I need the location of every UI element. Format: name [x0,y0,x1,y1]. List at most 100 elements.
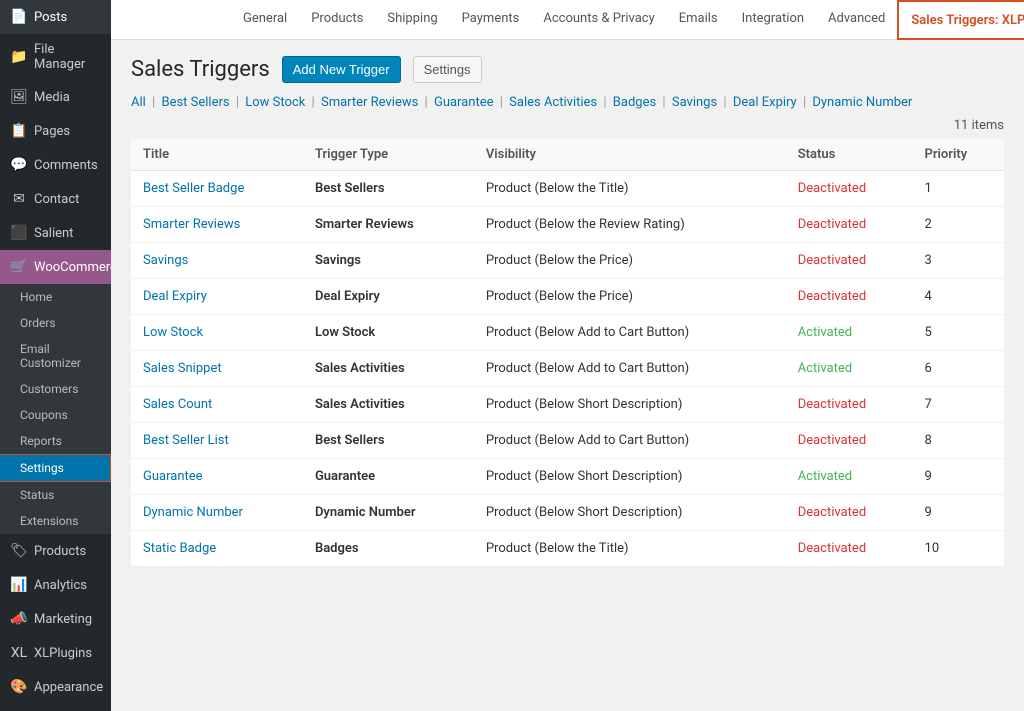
page-header: Sales Triggers Add New Trigger Settings [131,56,1004,83]
table-row: Best Seller ListBest SellersProduct (Bel… [131,423,1004,459]
sidebar-item-woo-status[interactable]: Status [0,482,111,508]
visibility-cell: Product (Below the Title) [474,171,786,207]
woocommerce-submenu: Home Orders Email Customizer Customers Coupo… [0,284,111,534]
trigger-type-cell: Best Sellers [303,171,474,207]
visibility-cell: Product (Below Short Description) [474,387,786,423]
sidebar: 📄Posts📁File Manager🖼Media📋Pages💬Comments… [0,0,111,711]
visibility-cell: Product (Below Short Description) [474,495,786,531]
filter-smarter-reviews[interactable]: Smarter Reviews [321,95,418,110]
add-new-trigger-button[interactable]: Add New Trigger [282,56,401,83]
priority-cell: 1 [913,171,1004,207]
trigger-title-link[interactable]: Low Stock [143,325,203,340]
trigger-type-cell: Sales Activities [303,351,474,387]
status-badge: Deactivated [798,217,866,232]
comments-icon: 💬 [10,156,28,174]
sidebar-item-analytics[interactable]: 📊Analytics [0,568,111,602]
trigger-title-link[interactable]: Best Seller List [143,433,229,448]
tab-accounts-privacy[interactable]: Accounts & Privacy [531,0,666,39]
col-trigger-type: Trigger Type [303,139,474,171]
sidebar-item-woo-coupons[interactable]: Coupons [0,402,111,428]
tab-products[interactable]: Products [299,0,375,39]
trigger-title-link[interactable]: Static Badge [143,541,216,556]
sidebar-item-xlplugins[interactable]: XLXLPlugins [0,636,111,670]
xlplugins-icon: XL [10,644,28,662]
col-status: Status [786,139,913,171]
trigger-title-link[interactable]: Sales Count [143,397,212,412]
sidebar-item-label: Products [34,544,86,559]
tab-integration[interactable]: Integration [730,0,816,39]
sidebar-item-woo-settings[interactable]: Settings [0,454,111,482]
appearance-icon: 🎨 [10,678,28,696]
table-row: Static BadgeBadgesProduct (Below the Tit… [131,531,1004,567]
sidebar-item-woo-email-customizer[interactable]: Email Customizer [0,336,111,376]
status-cell: Deactivated [786,495,913,531]
sidebar-item-contact[interactable]: ✉Contact [0,182,111,216]
sidebar-item-label: Appearance [34,680,103,695]
file-manager-icon: 📁 [10,48,28,66]
status-cell: Activated [786,315,913,351]
sidebar-item-salient[interactable]: ⬛Salient [0,216,111,250]
trigger-title-link[interactable]: Dynamic Number [143,505,243,520]
filter-savings[interactable]: Savings [672,95,717,110]
contact-icon: ✉ [10,190,28,208]
sidebar-item-media[interactable]: 🖼Media [0,80,111,114]
posts-icon: 📄 [10,8,28,26]
sidebar-item-marketing[interactable]: 📣 Marketing [0,602,111,636]
status-badge: Deactivated [798,433,866,448]
triggers-table: TitleTrigger TypeVisibilityStatusPriorit… [131,139,1004,567]
sidebar-item-woo-extensions[interactable]: Extensions [0,508,111,534]
filter-sales-activities[interactable]: Sales Activities [509,95,597,110]
sidebar-item-label: Pages [34,124,70,139]
tab-advanced[interactable]: Advanced [816,0,897,39]
filter-guarantee[interactable]: Guarantee [434,95,494,110]
status-cell: Deactivated [786,207,913,243]
marketing-icon: 📣 [10,610,28,628]
sidebar-item-label: Settings [20,461,64,475]
item-count: 11 items [131,118,1004,133]
sidebar-item-woo-home[interactable]: Home [0,284,111,310]
trigger-title-link[interactable]: Deal Expiry [143,289,207,304]
filter-badges[interactable]: Badges [613,95,656,110]
sidebar-item-posts[interactable]: 📄Posts [0,0,111,34]
filter-dynamic-number[interactable]: Dynamic Number [812,95,912,110]
main-area: GeneralProductsShippingPaymentsAccounts … [111,0,1024,711]
trigger-title-link[interactable]: Smarter Reviews [143,217,240,232]
trigger-title-link[interactable]: Best Seller Badge [143,181,244,196]
settings-button[interactable]: Settings [413,56,482,83]
trigger-title-link[interactable]: Savings [143,253,188,268]
tab-sales-triggers[interactable]: Sales Triggers: XLPlugins [897,0,1024,40]
sidebar-item-label: Email Customizer [20,342,101,370]
trigger-title-link[interactable]: Sales Snippet [143,361,222,376]
col-priority: Priority [913,139,1004,171]
sidebar-item-appearance[interactable]: 🎨 Appearance [0,670,111,704]
sidebar-item-label: Coupons [20,408,68,422]
table-row: Low StockLow StockProduct (Below Add to … [131,315,1004,351]
table-row: Sales CountSales ActivitiesProduct (Belo… [131,387,1004,423]
filter-best-sellers[interactable]: Best Sellers [161,95,229,110]
trigger-type-cell: Savings [303,243,474,279]
sidebar-item-woo-reports[interactable]: Reports [0,428,111,454]
tab-shipping[interactable]: Shipping [375,0,449,39]
sidebar-item-pages[interactable]: 📋Pages [0,114,111,148]
sidebar-item-file-manager[interactable]: 📁File Manager [0,34,111,80]
sidebar-item-plugins[interactable]: 🔌Plugins [0,704,111,711]
tab-payments[interactable]: Payments [450,0,532,39]
tab-emails[interactable]: Emails [667,0,730,39]
sidebar-item-label: Marketing [34,612,92,627]
status-badge: Deactivated [798,397,866,412]
trigger-type-cell: Smarter Reviews [303,207,474,243]
filter-all[interactable]: All [131,95,146,110]
filter-low-stock[interactable]: Low Stock [245,95,305,110]
sidebar-item-label: Home [20,290,52,304]
filter-deal-expiry[interactable]: Deal Expiry [733,95,797,110]
tab-general[interactable]: General [231,0,299,39]
sidebar-item-woocommerce[interactable]: 🛒 WooCommerce [0,250,111,284]
sidebar-item-comments[interactable]: 💬Comments [0,148,111,182]
sidebar-item-products[interactable]: 🏷Products [0,534,111,568]
sidebar-item-woo-orders[interactable]: Orders [0,310,111,336]
sidebar-item-woo-customers[interactable]: Customers [0,376,111,402]
visibility-cell: Product (Below Short Description) [474,459,786,495]
visibility-cell: Product (Below Add to Cart Button) [474,315,786,351]
trigger-title-link[interactable]: Guarantee [143,469,203,484]
sidebar-item-label: Analytics [34,578,87,593]
